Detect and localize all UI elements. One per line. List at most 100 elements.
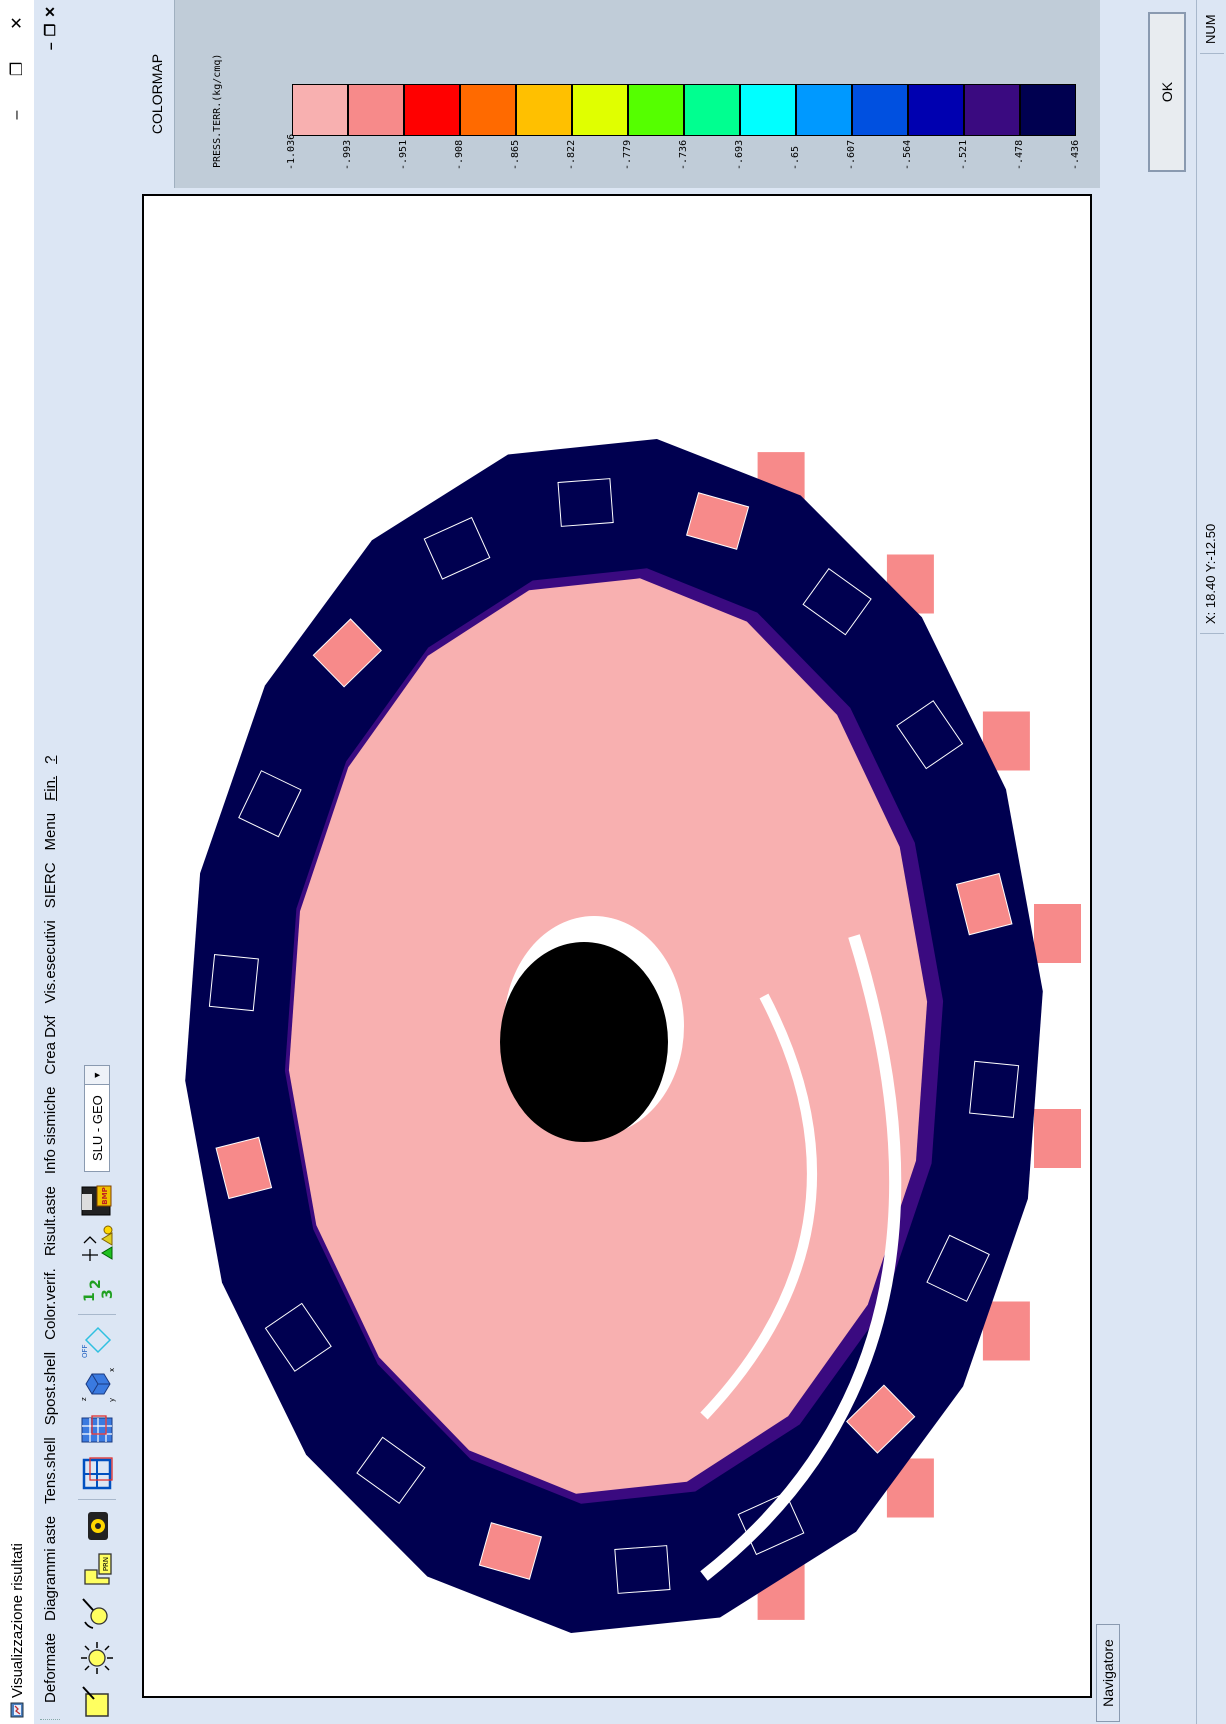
menu-info-sismiche[interactable]: Info sismiche	[42, 1081, 59, 1181]
pile-cap	[208, 953, 259, 1012]
menu-color-verif[interactable]: Color.verif.	[42, 1262, 59, 1346]
camera-button[interactable]	[77, 1506, 117, 1546]
colormap-swatch	[684, 84, 740, 136]
pile-cap-face	[557, 478, 614, 527]
rotate-node-icon	[82, 1598, 108, 1629]
menu-risult-aste[interactable]: Risult.aste	[42, 1180, 59, 1262]
svg-text:2: 2	[88, 1279, 104, 1289]
colormap-tab[interactable]: COLORMAP	[140, 0, 175, 188]
toolbar-separator	[78, 1499, 116, 1500]
colormap-swatch	[404, 84, 460, 136]
window-title: Visualizzazione risultati	[8, 1543, 26, 1698]
app-icon	[10, 1702, 24, 1718]
menu-fin[interactable]: Fin.	[42, 770, 59, 807]
colormap-swatch	[572, 84, 628, 136]
toolbar: PRN z x y OFF 1 2 3 BMP SLU - GEO ▼	[66, 0, 128, 1724]
central-hole	[500, 942, 668, 1142]
svg-text:1: 1	[82, 1292, 98, 1302]
svg-text:z: z	[80, 1397, 88, 1401]
menu-tens-shell[interactable]: Tens.shell	[42, 1431, 59, 1510]
frame-view-icon	[82, 1457, 113, 1490]
print-results-icon: PRN	[84, 1553, 112, 1585]
building-icon	[81, 1415, 113, 1443]
pile-cap-face	[969, 1060, 1020, 1119]
colormap-swatch	[516, 84, 572, 136]
mdi-controls: – ❐ ✕	[34, 6, 66, 56]
mdi-close-button[interactable]: ✕	[42, 6, 59, 18]
status-separator	[1200, 53, 1224, 54]
colormap-swatch	[964, 84, 1020, 136]
mdi-restore-button[interactable]: ❐	[42, 24, 59, 37]
colormap-swatch	[628, 84, 684, 136]
menu-crea-dxf[interactable]: Crea Dxf	[42, 1009, 59, 1080]
mdi-minimize-button[interactable]: –	[42, 42, 58, 50]
status-bar: X: 18.40 Y:-12.50 NUM	[1196, 0, 1226, 1724]
menu-deformate[interactable]: Deformate	[42, 1627, 59, 1709]
explode-button[interactable]	[77, 1638, 117, 1678]
menu-diagrammi-aste[interactable]: Diagrammi aste	[42, 1510, 59, 1627]
close-button[interactable]: ✕	[0, 0, 34, 46]
building-view-button[interactable]	[77, 1409, 117, 1449]
select-node-icon	[82, 1686, 109, 1717]
menu-bar: Deformate Diagrammi aste Tens.shell Spos…	[34, 0, 66, 1724]
pile-cap	[969, 1060, 1020, 1119]
menu-help[interactable]: ?	[42, 750, 59, 770]
pile-cap	[614, 1545, 671, 1594]
numbering-icon: 1 2 3	[82, 1279, 116, 1302]
prn-text: PRN	[102, 1557, 110, 1571]
toggle-off-button[interactable]: OFF	[77, 1321, 117, 1361]
foundation-model	[185, 439, 1082, 1633]
svg-text:3: 3	[100, 1289, 116, 1299]
numbering-button[interactable]: 1 2 3	[77, 1268, 117, 1308]
title-bar: Visualizzazione risultati – ❐ ✕	[0, 0, 34, 1724]
save-bmp-icon: BMP	[81, 1185, 112, 1216]
axes-cube-icon: z x y	[80, 1368, 116, 1402]
save-bmp-button[interactable]: BMP	[77, 1180, 117, 1220]
colormap-swatch	[348, 84, 404, 136]
colormap-swatch	[796, 84, 852, 136]
explode-icon	[81, 1642, 113, 1674]
model-viewport[interactable]	[142, 194, 1092, 1698]
colormap-swatch	[292, 84, 348, 136]
svg-text:x: x	[108, 1368, 116, 1372]
restore-button[interactable]: ❐	[0, 46, 34, 92]
minimize-button[interactable]: –	[0, 92, 34, 138]
ok-button[interactable]: OK	[1148, 12, 1186, 172]
pile	[1033, 1108, 1082, 1169]
pile	[981, 1300, 1031, 1362]
select-node-button[interactable]	[77, 1682, 117, 1722]
diamond-off-icon: OFF	[81, 1326, 112, 1358]
print-results-button[interactable]: PRN	[77, 1550, 117, 1590]
rotate-node-button[interactable]	[77, 1594, 117, 1634]
colormap-swatch	[1020, 84, 1076, 136]
menu-vis-esecutivi[interactable]: Vis.esecutivi	[42, 914, 59, 1009]
bmp-text: BMP	[101, 1187, 109, 1204]
axes-view-button[interactable]: z x y	[77, 1365, 117, 1405]
combo-value: SLU - GEO	[89, 1095, 105, 1161]
pile	[1033, 903, 1082, 964]
status-separator	[1200, 633, 1224, 634]
menu-menu[interactable]: Menu	[42, 807, 59, 857]
constraints-icon	[82, 1225, 113, 1261]
colormap-swatch	[852, 84, 908, 136]
num-lock-indicator: NUM	[1203, 14, 1218, 44]
constraints-button[interactable]	[77, 1224, 117, 1264]
pile-cap	[557, 478, 614, 527]
colormap-swatch	[740, 84, 796, 136]
frame-view-button[interactable]	[77, 1453, 117, 1493]
load-combination-select[interactable]: SLU - GEO ▼	[84, 1065, 110, 1172]
toolbar-separator	[78, 1314, 116, 1315]
menubar-grip[interactable]	[40, 1715, 60, 1720]
pile-cap-face	[208, 953, 259, 1012]
colormap-title: PRESS.TERR.(kg/cmq)	[212, 53, 223, 168]
chevron-down-icon[interactable]: ▼	[85, 1066, 109, 1086]
menu-spost-shell[interactable]: Spost.shell	[42, 1346, 59, 1431]
camera-icon	[88, 1512, 108, 1540]
menu-sierc[interactable]: SIERC	[42, 856, 59, 914]
off-text: OFF	[81, 1344, 89, 1358]
svg-text:y: y	[108, 1398, 116, 1402]
pile-cap-face	[614, 1545, 671, 1594]
colormap-swatch	[460, 84, 516, 136]
navigator-tab[interactable]: Navigatore	[1096, 1624, 1120, 1722]
app-window: Visualizzazione risultati – ❐ ✕ Deformat…	[0, 0, 1226, 1724]
